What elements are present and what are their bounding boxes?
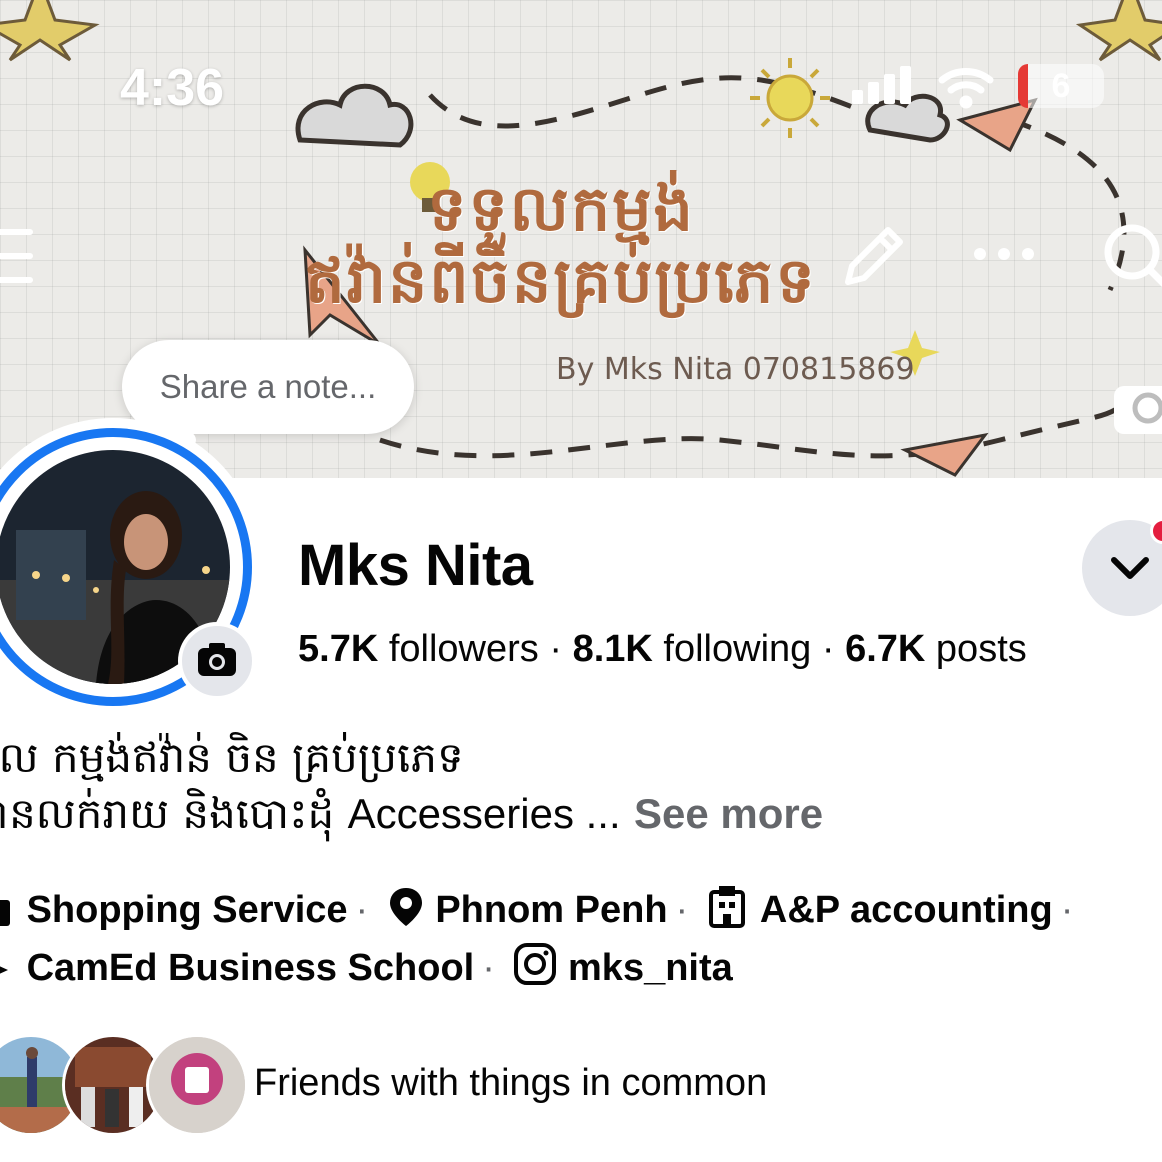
bio-line2-khmer: ានលក់រាយ និងបោះដុំ xyxy=(0,789,335,838)
detail-category[interactable]: Shopping Service xyxy=(27,889,348,931)
work-icon xyxy=(708,886,745,928)
bio-line1: ទួល កម្មង់ឥវ៉ាន់ ចិន គ្រប់ប្រភេទ xyxy=(0,733,464,782)
followers-label: followers xyxy=(388,628,539,670)
cover-title-line2: ឥវ៉ាន់ពីចិនគ្រប់ប្រភេទ xyxy=(305,244,817,317)
followers-count: 5.7K xyxy=(298,628,379,670)
posts-link[interactable]: 6.7K posts xyxy=(845,628,1027,670)
detail-instagram[interactable]: mks_nita xyxy=(568,947,733,989)
instagram-icon xyxy=(514,943,557,985)
detail-education[interactable]: CamEd Business School xyxy=(27,947,475,989)
search-icon[interactable] xyxy=(1098,220,1162,290)
edit-icon[interactable] xyxy=(838,222,908,292)
more-icon[interactable] xyxy=(972,244,1036,264)
detail-separator: · xyxy=(1060,889,1074,931)
details-row-1: Shopping Service · Phnom Penh · A&P accoun… xyxy=(0,884,1081,932)
location-icon xyxy=(389,888,422,926)
menu-icon[interactable] xyxy=(0,226,40,286)
stats-separator: · xyxy=(549,628,573,670)
posts-count: 6.7K xyxy=(845,628,926,670)
bio: ទួល កម្មង់ឥវ៉ាន់ ចិន គ្រប់ប្រភេទ ានលក់រា… xyxy=(0,730,823,842)
cover-byline: By Mks Nita 070815869 xyxy=(556,352,915,387)
friend-avatar[interactable] xyxy=(146,1034,248,1136)
following-label: following xyxy=(663,628,812,670)
detail-work[interactable]: A&P accounting xyxy=(760,889,1053,931)
profile-name: Mks Nita xyxy=(298,533,533,598)
education-icon xyxy=(0,966,8,974)
cover-camera-icon[interactable] xyxy=(1112,378,1162,436)
bio-line2: ានលក់រាយ និងបោះដុំ Accesseries ... See m… xyxy=(0,786,823,842)
mutual-friends-label[interactable]: Friends with things in common xyxy=(254,1062,767,1105)
posts-label: posts xyxy=(935,628,1027,670)
detail-location[interactable]: Phnom Penh xyxy=(435,889,667,931)
see-more-link[interactable]: See more xyxy=(634,790,823,837)
friend-avatar-photo xyxy=(149,1037,245,1133)
details-row-2: CamEd Business School · mks_nita xyxy=(0,942,733,990)
signal-icon xyxy=(852,66,911,104)
profile-stats: 5.7K followers · 8.1K following · 6.7K p… xyxy=(298,628,1027,671)
battery-percent: 6 xyxy=(1051,67,1071,105)
detail-separator: · xyxy=(675,889,689,931)
stats-separator: · xyxy=(821,628,846,670)
signal-wifi-icons xyxy=(852,66,994,109)
wifi-icon xyxy=(938,68,994,109)
avatar-camera-button[interactable] xyxy=(178,622,256,700)
share-note-bubble[interactable]: Share a note... xyxy=(122,340,414,434)
detail-separator: · xyxy=(482,947,495,989)
following-link[interactable]: 8.1K following xyxy=(573,628,812,670)
followers-link[interactable]: 5.7K followers xyxy=(298,628,539,670)
detail-separator: · xyxy=(355,889,369,931)
battery-indicator: 6 xyxy=(1018,64,1104,108)
share-note-text: Share a note... xyxy=(159,368,377,405)
bio-line2-en: Accesseries ... xyxy=(347,790,621,837)
following-count: 8.1K xyxy=(572,628,653,670)
shopping-icon xyxy=(0,900,10,926)
camera-icon xyxy=(198,643,236,676)
status-time: 4:36 xyxy=(120,59,225,117)
